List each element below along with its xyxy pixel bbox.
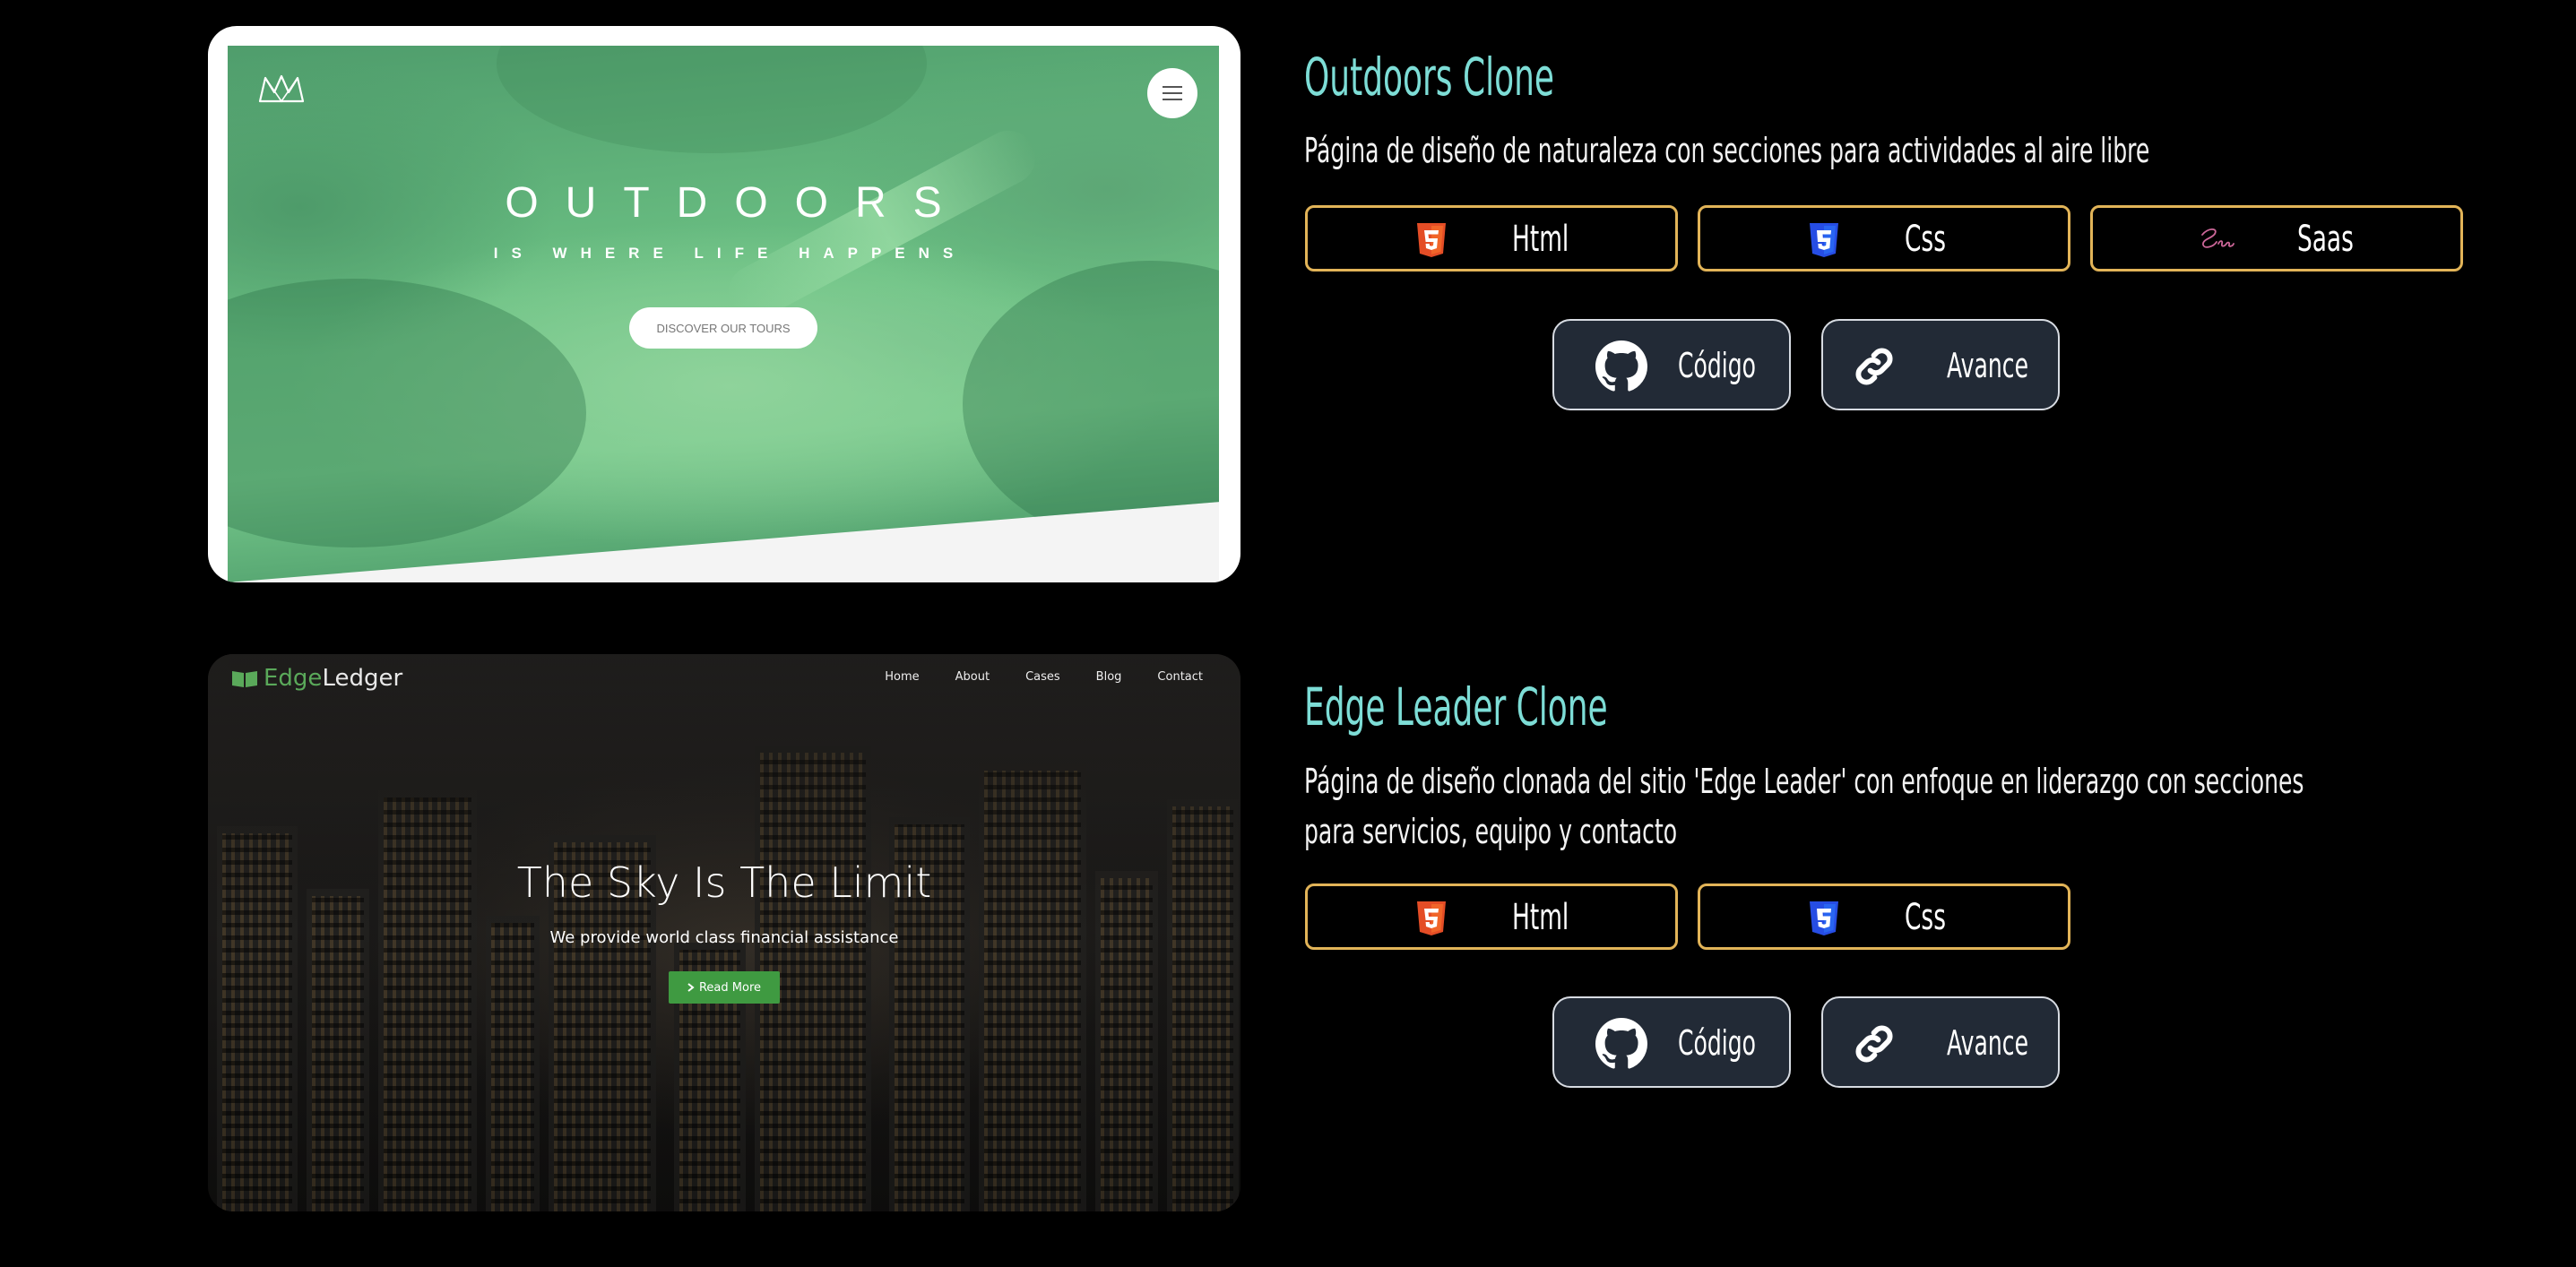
nav-home[interactable]: Home [885, 670, 919, 684]
github-icon [1595, 1018, 1647, 1069]
logo-text-ledger: Ledger [322, 665, 403, 692]
tech-badge-sass: Saas [2090, 205, 2463, 272]
tech-label: Html [1512, 219, 1569, 260]
css3-icon [1810, 901, 1838, 935]
project-title: Outdoors Clone [1304, 47, 1554, 108]
html5-icon [1417, 901, 1446, 935]
hamburger-menu-icon[interactable] [1147, 68, 1197, 118]
book-logo-icon [232, 671, 257, 687]
project-card-outdoors: OUTDOORS IS WHERE LIFE HAPPENS DISCOVER … [0, 0, 2576, 627]
tech-label: Html [1512, 897, 1569, 938]
preview-button-label: Avance [1947, 1023, 2029, 1063]
link-icon [1855, 348, 1893, 385]
tech-badge-html: Html [1305, 883, 1678, 950]
preview-button[interactable]: Avance [1821, 996, 2060, 1088]
project-card-edge-leader: EdgeLedger Home About Cases Blog Contact… [0, 627, 2576, 1267]
nav-cases[interactable]: Cases [1025, 670, 1060, 684]
nav-contact[interactable]: Contact [1157, 670, 1203, 684]
sass-icon [2201, 228, 2235, 248]
preview-nav: Home About Cases Blog Contact [885, 670, 1203, 684]
preview-heading: OUTDOORS [505, 179, 969, 227]
read-more-label: Read More [698, 980, 762, 995]
discover-tours-button[interactable]: DISCOVER OUR TOURS [629, 307, 817, 349]
html5-icon [1417, 223, 1446, 257]
project-preview-image: EdgeLedger Home About Cases Blog Contact… [208, 654, 1240, 1211]
tech-badge-css: Css [1698, 883, 2070, 950]
tech-badge-css: Css [1698, 205, 2070, 272]
nav-about[interactable]: About [955, 670, 990, 684]
tech-label: Saas [2297, 219, 2354, 260]
code-button[interactable]: Código [1552, 319, 1791, 410]
project-description: Página de diseño clonada del sitio 'Edge… [1304, 762, 2304, 851]
tech-badge-html: Html [1305, 205, 1678, 272]
preview-heading: The Sky Is The Limit [516, 858, 932, 907]
css3-icon [1810, 223, 1838, 257]
chevron-right-icon [687, 983, 695, 992]
code-button-label: Código [1678, 346, 1757, 385]
link-icon [1855, 1025, 1893, 1063]
nav-blog[interactable]: Blog [1096, 670, 1122, 684]
preview-subheading: IS WHERE LIFE HAPPENS [493, 245, 967, 262]
tech-label: Css [1905, 897, 1946, 938]
project-description: Página de diseño de naturaleza con secci… [1304, 131, 2150, 170]
preview-subheading: We provide world class financial assista… [549, 928, 899, 947]
tech-label: Css [1905, 219, 1946, 260]
github-icon [1595, 340, 1647, 392]
preview-button[interactable]: Avance [1821, 319, 2060, 410]
edge-ledger-logo[interactable]: EdgeLedger [231, 665, 402, 692]
crown-logo-icon [258, 74, 305, 103]
project-preview-image: OUTDOORS IS WHERE LIFE HAPPENS DISCOVER … [208, 26, 1240, 582]
read-more-button[interactable]: Read More [669, 971, 780, 1004]
project-title: Edge Leader Clone [1304, 677, 1608, 737]
logo-text-edge: Edge [264, 665, 323, 692]
code-button[interactable]: Código [1552, 996, 1791, 1088]
preview-button-label: Avance [1947, 346, 2029, 385]
code-button-label: Código [1678, 1023, 1757, 1063]
